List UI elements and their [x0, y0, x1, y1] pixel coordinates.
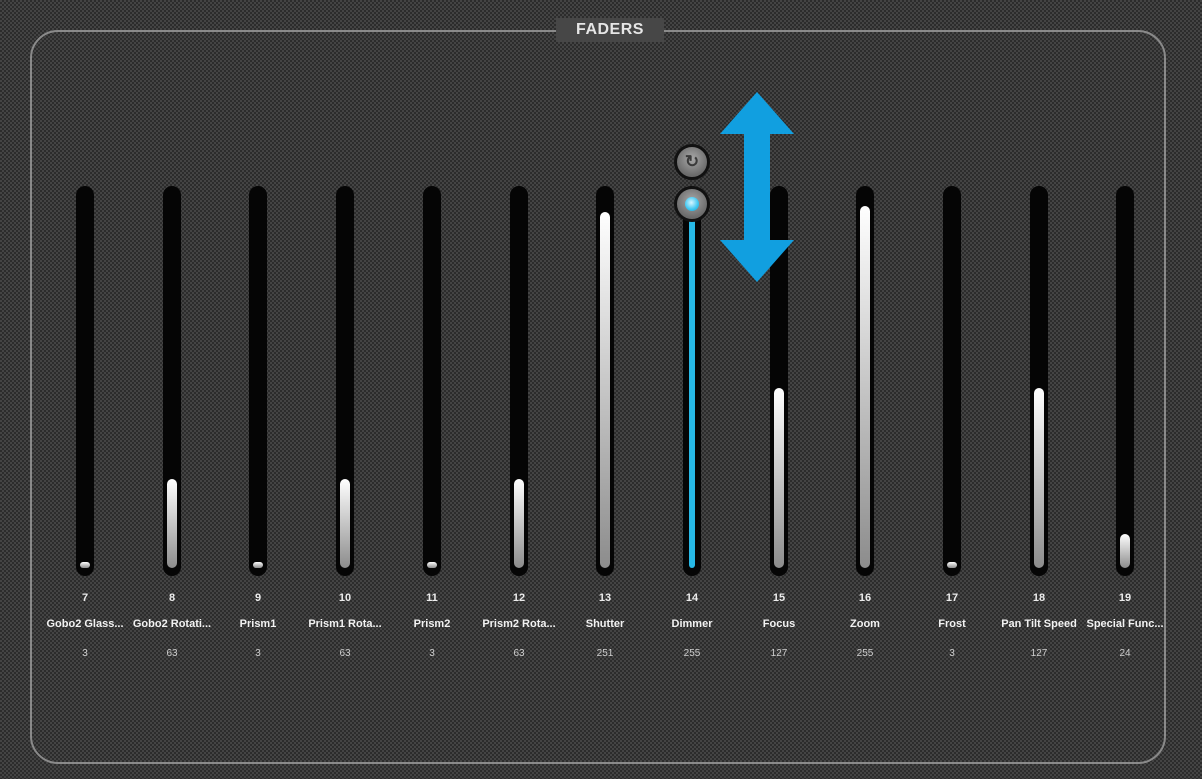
- vertical-drag-arrow-icon: [720, 92, 794, 282]
- fader-value: 3: [255, 648, 261, 659]
- fader-number: 10: [338, 592, 352, 604]
- fader-value: 127: [770, 648, 788, 659]
- fader-fill: [860, 206, 870, 568]
- fader-fill: [947, 562, 957, 568]
- fader-track[interactable]: [76, 186, 94, 576]
- fader-label: Focus: [762, 618, 796, 630]
- fader-value: 63: [513, 648, 525, 659]
- fader-track[interactable]: [856, 186, 874, 576]
- fader-label: Frost: [938, 618, 966, 630]
- fader-number: 12: [512, 592, 526, 604]
- fader-fill: [167, 479, 177, 568]
- fader-number: 17: [945, 592, 959, 604]
- fader-fill: [600, 212, 610, 568]
- faders-screen: FADERS 7 Gobo2 Glass... 3 8 Gobo2 Rotati... 6…: [0, 0, 1202, 779]
- fader-track[interactable]: [510, 186, 528, 576]
- fader-label: Dimmer: [671, 618, 713, 630]
- fader-number: 7: [81, 592, 89, 604]
- fader-10[interactable]: 10 Prism1 Rota... 63: [308, 186, 382, 666]
- fader-fill: [689, 206, 695, 568]
- fader-label: Special Func...: [1086, 618, 1164, 630]
- fader-label: Prism1: [239, 618, 277, 630]
- fader-label: Prism1 Rota...: [308, 618, 382, 630]
- fader-label: Prism2: [413, 618, 451, 630]
- fader-number: 8: [168, 592, 176, 604]
- handle-indicator-icon: [685, 197, 699, 211]
- fader-value: 3: [82, 648, 88, 659]
- fader-label: Zoom: [850, 618, 880, 630]
- fader-9[interactable]: 9 Prism1 3: [222, 186, 294, 666]
- reset-icon: ↻: [684, 152, 700, 171]
- fader-track[interactable]: [683, 186, 701, 576]
- fader-value: 3: [429, 648, 435, 659]
- fader-number: 13: [598, 592, 612, 604]
- fader-label: Prism2 Rota...: [482, 618, 556, 630]
- fader-17[interactable]: 17 Frost 3: [916, 186, 988, 666]
- fader-number: 18: [1032, 592, 1046, 604]
- fader-value: 63: [166, 648, 178, 659]
- fader-fill: [253, 562, 263, 568]
- fader-track[interactable]: [163, 186, 181, 576]
- fader-label: Shutter: [585, 618, 625, 630]
- fader-fill: [427, 562, 437, 568]
- fader-13[interactable]: 13 Shutter 251: [569, 186, 641, 666]
- fader-fill: [80, 562, 90, 568]
- fader-track[interactable]: [943, 186, 961, 576]
- fader-fill: [774, 388, 784, 568]
- fader-track[interactable]: [336, 186, 354, 576]
- fader-19[interactable]: 19 Special Func... 24: [1086, 186, 1164, 666]
- fader-fill: [1120, 534, 1130, 568]
- fader-number: 19: [1118, 592, 1132, 604]
- fader-8[interactable]: 8 Gobo2 Rotati... 63: [133, 186, 211, 666]
- fader-number: 11: [426, 592, 438, 604]
- fader-fill: [1034, 388, 1044, 568]
- fader-value: 63: [339, 648, 351, 659]
- fader-label: Pan Tilt Speed: [1001, 618, 1077, 630]
- fader-track[interactable]: [1116, 186, 1134, 576]
- fader-track[interactable]: [596, 186, 614, 576]
- fader-track[interactable]: [249, 186, 267, 576]
- fader-value: 3: [949, 648, 955, 659]
- fader-7[interactable]: 7 Gobo2 Glass... 3: [46, 186, 124, 666]
- fader-label: Gobo2 Rotati...: [132, 618, 212, 630]
- fader-value: 255: [683, 648, 701, 659]
- fader-number: 16: [858, 592, 872, 604]
- fader-value: 24: [1119, 648, 1131, 659]
- fader-number: 15: [772, 592, 786, 604]
- fader-value: 251: [596, 648, 614, 659]
- fader-number: 14: [685, 592, 699, 604]
- panel-title: FADERS: [556, 18, 664, 42]
- reset-button[interactable]: ↻: [674, 144, 710, 180]
- fader-12[interactable]: 12 Prism2 Rota... 63: [482, 186, 556, 666]
- fader-fill: [340, 479, 350, 568]
- fader-11[interactable]: 11 Prism2 3: [396, 186, 468, 666]
- fader-18[interactable]: 18 Pan Tilt Speed 127: [1001, 186, 1077, 666]
- fader-value: 255: [856, 648, 874, 659]
- fader-number: 9: [254, 592, 262, 604]
- fader-handle[interactable]: [674, 186, 710, 222]
- fader-track[interactable]: [423, 186, 441, 576]
- fader-16[interactable]: 16 Zoom 255: [829, 186, 901, 666]
- fader-fill: [514, 479, 524, 568]
- fader-track[interactable]: [1030, 186, 1048, 576]
- fader-value: 127: [1030, 648, 1048, 659]
- fader-label: Gobo2 Glass...: [46, 618, 124, 630]
